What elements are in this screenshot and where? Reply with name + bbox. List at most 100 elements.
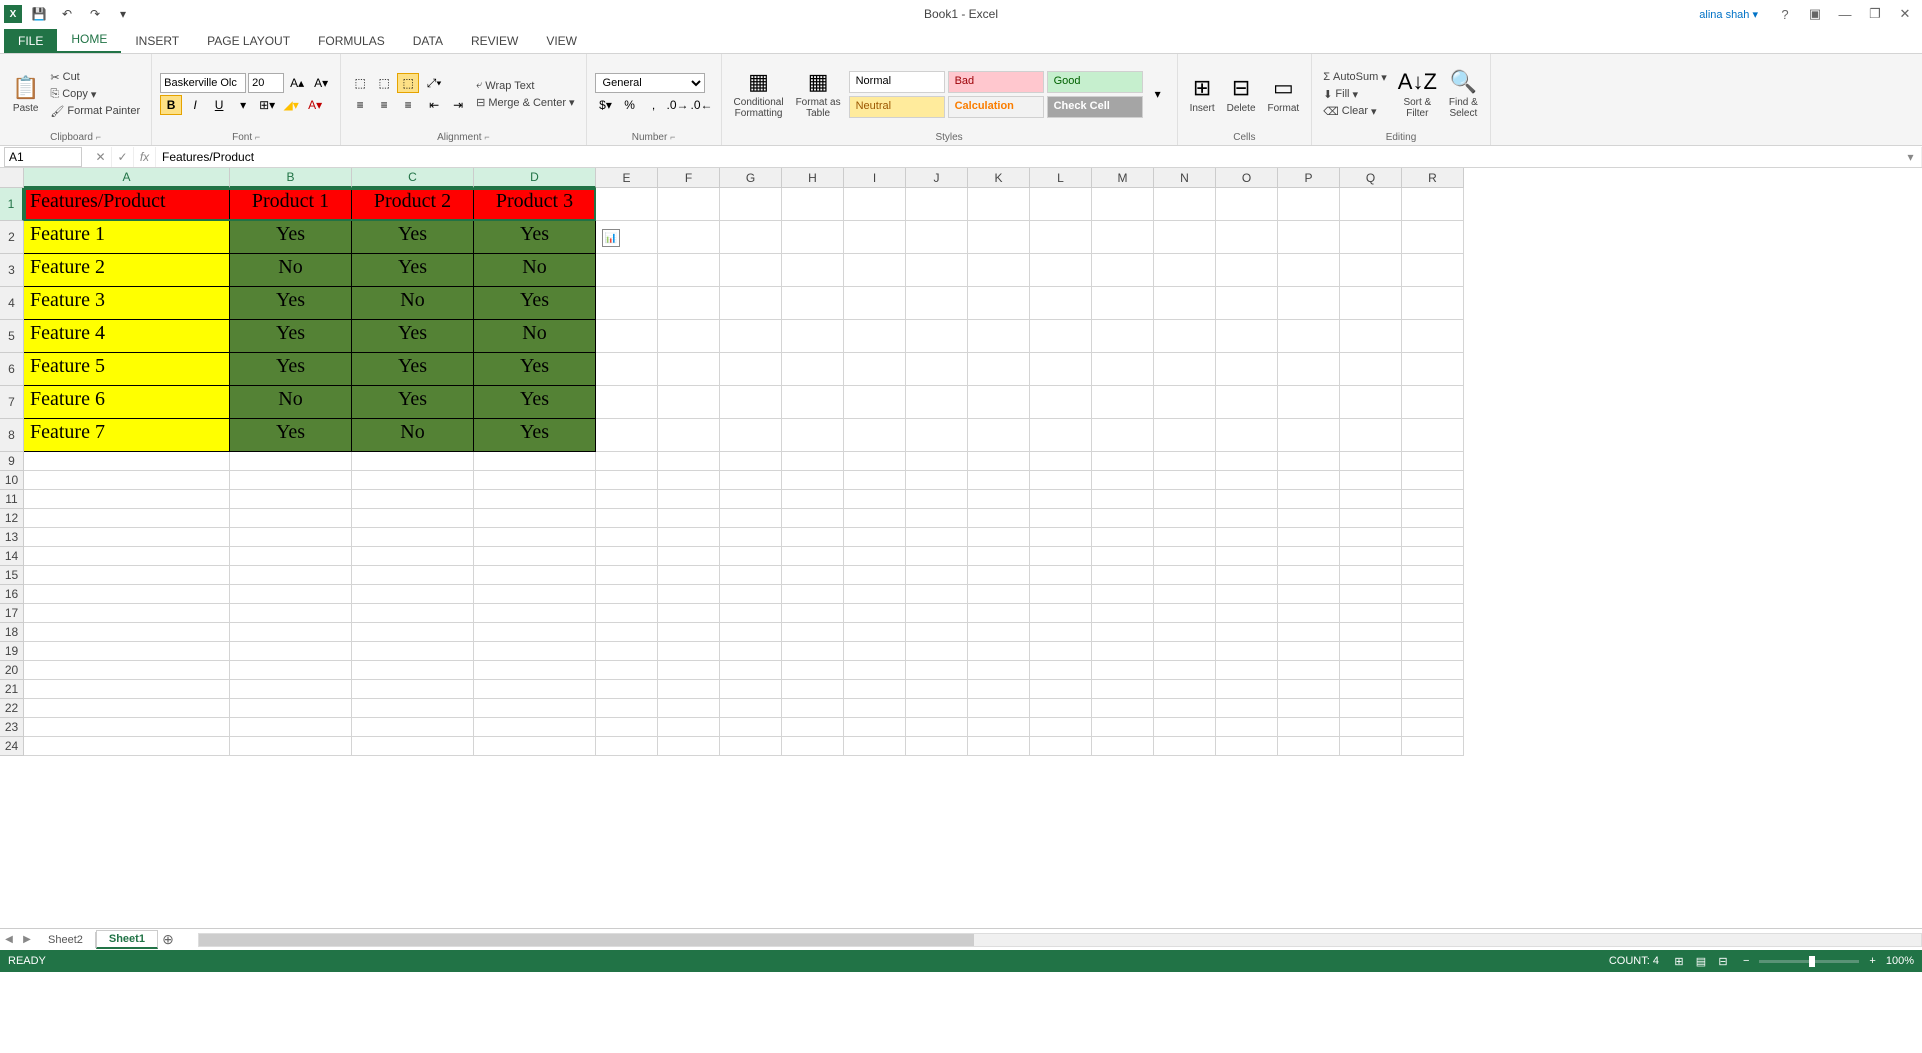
cell-A3[interactable]: Feature 2 [24,254,230,287]
cell-I3[interactable] [844,254,906,287]
cell-Q20[interactable] [1340,661,1402,680]
horizontal-scrollbar[interactable] [198,933,1922,947]
cell-E10[interactable] [596,471,658,490]
cell-H18[interactable] [782,623,844,642]
style-bad[interactable]: Bad [948,71,1044,93]
italic-button[interactable]: I [184,95,206,115]
cell-E4[interactable] [596,287,658,320]
cell-H17[interactable] [782,604,844,623]
cell-Q10[interactable] [1340,471,1402,490]
currency-button[interactable]: $▾ [595,95,617,115]
cell-E18[interactable] [596,623,658,642]
quick-analysis-button[interactable]: 📊 [602,229,620,247]
cell-J17[interactable] [906,604,968,623]
cell-J9[interactable] [906,452,968,471]
cell-D15[interactable] [474,566,596,585]
bold-button[interactable]: B [160,95,182,115]
cell-Q4[interactable] [1340,287,1402,320]
cell-K2[interactable] [968,221,1030,254]
sort-filter-button[interactable]: A↓ZSort & Filter [1394,58,1441,130]
cell-C9[interactable] [352,452,474,471]
cell-L20[interactable] [1030,661,1092,680]
cell-P15[interactable] [1278,566,1340,585]
cell-R5[interactable] [1402,320,1464,353]
col-header-A[interactable]: A [24,168,230,188]
cell-I6[interactable] [844,353,906,386]
tab-view[interactable]: VIEW [532,29,591,53]
cell-J3[interactable] [906,254,968,287]
cell-N18[interactable] [1154,623,1216,642]
tab-insert[interactable]: INSERT [121,29,193,53]
tab-page-layout[interactable]: PAGE LAYOUT [193,29,304,53]
cell-F4[interactable] [658,287,720,320]
cell-E19[interactable] [596,642,658,661]
cell-E12[interactable] [596,509,658,528]
cell-D6[interactable]: Yes [474,353,596,386]
cell-P16[interactable] [1278,585,1340,604]
cell-K18[interactable] [968,623,1030,642]
cell-C15[interactable] [352,566,474,585]
format-cells-button[interactable]: ▭Format [1264,58,1304,130]
cell-A24[interactable] [24,737,230,756]
cell-R21[interactable] [1402,680,1464,699]
sheet-nav-next[interactable]: ▶ [18,930,36,950]
sheet-tab-sheet2[interactable]: Sheet2 [36,932,96,948]
cell-B20[interactable] [230,661,352,680]
cell-P19[interactable] [1278,642,1340,661]
cell-R1[interactable] [1402,188,1464,221]
cell-L22[interactable] [1030,699,1092,718]
cell-H4[interactable] [782,287,844,320]
col-header-M[interactable]: M [1092,168,1154,188]
cell-B2[interactable]: Yes [230,221,352,254]
cell-L21[interactable] [1030,680,1092,699]
decrease-indent-button[interactable]: ⇤ [423,95,445,115]
cell-B13[interactable] [230,528,352,547]
cell-D21[interactable] [474,680,596,699]
row-header-15[interactable]: 15 [0,566,24,585]
cell-N11[interactable] [1154,490,1216,509]
cell-E16[interactable] [596,585,658,604]
cell-H14[interactable] [782,547,844,566]
cell-G17[interactable] [720,604,782,623]
cell-C3[interactable]: Yes [352,254,474,287]
cell-H15[interactable] [782,566,844,585]
cell-C16[interactable] [352,585,474,604]
qat-undo-button[interactable]: ↶ [56,3,78,25]
cell-R14[interactable] [1402,547,1464,566]
cell-O9[interactable] [1216,452,1278,471]
cell-M15[interactable] [1092,566,1154,585]
cell-P3[interactable] [1278,254,1340,287]
cell-Q5[interactable] [1340,320,1402,353]
cell-C21[interactable] [352,680,474,699]
col-header-H[interactable]: H [782,168,844,188]
cell-C8[interactable]: No [352,419,474,452]
row-header-19[interactable]: 19 [0,642,24,661]
cell-N5[interactable] [1154,320,1216,353]
conditional-formatting-button[interactable]: ▦ Conditional Formatting [730,58,788,130]
percent-button[interactable]: % [619,95,641,115]
cell-A10[interactable] [24,471,230,490]
cell-Q16[interactable] [1340,585,1402,604]
cell-I7[interactable] [844,386,906,419]
cell-Q7[interactable] [1340,386,1402,419]
row-header-18[interactable]: 18 [0,623,24,642]
clipboard-dialog-launcher[interactable]: ⌐ [96,132,101,142]
cell-O10[interactable] [1216,471,1278,490]
cell-A9[interactable] [24,452,230,471]
cell-I2[interactable] [844,221,906,254]
cell-Q24[interactable] [1340,737,1402,756]
cell-E6[interactable] [596,353,658,386]
cell-A11[interactable] [24,490,230,509]
cell-H9[interactable] [782,452,844,471]
cell-D10[interactable] [474,471,596,490]
cell-O6[interactable] [1216,353,1278,386]
cell-J16[interactable] [906,585,968,604]
cell-C10[interactable] [352,471,474,490]
cell-E5[interactable] [596,320,658,353]
cell-G4[interactable] [720,287,782,320]
col-header-B[interactable]: B [230,168,352,188]
cell-J18[interactable] [906,623,968,642]
cell-K13[interactable] [968,528,1030,547]
cell-O12[interactable] [1216,509,1278,528]
cell-M21[interactable] [1092,680,1154,699]
